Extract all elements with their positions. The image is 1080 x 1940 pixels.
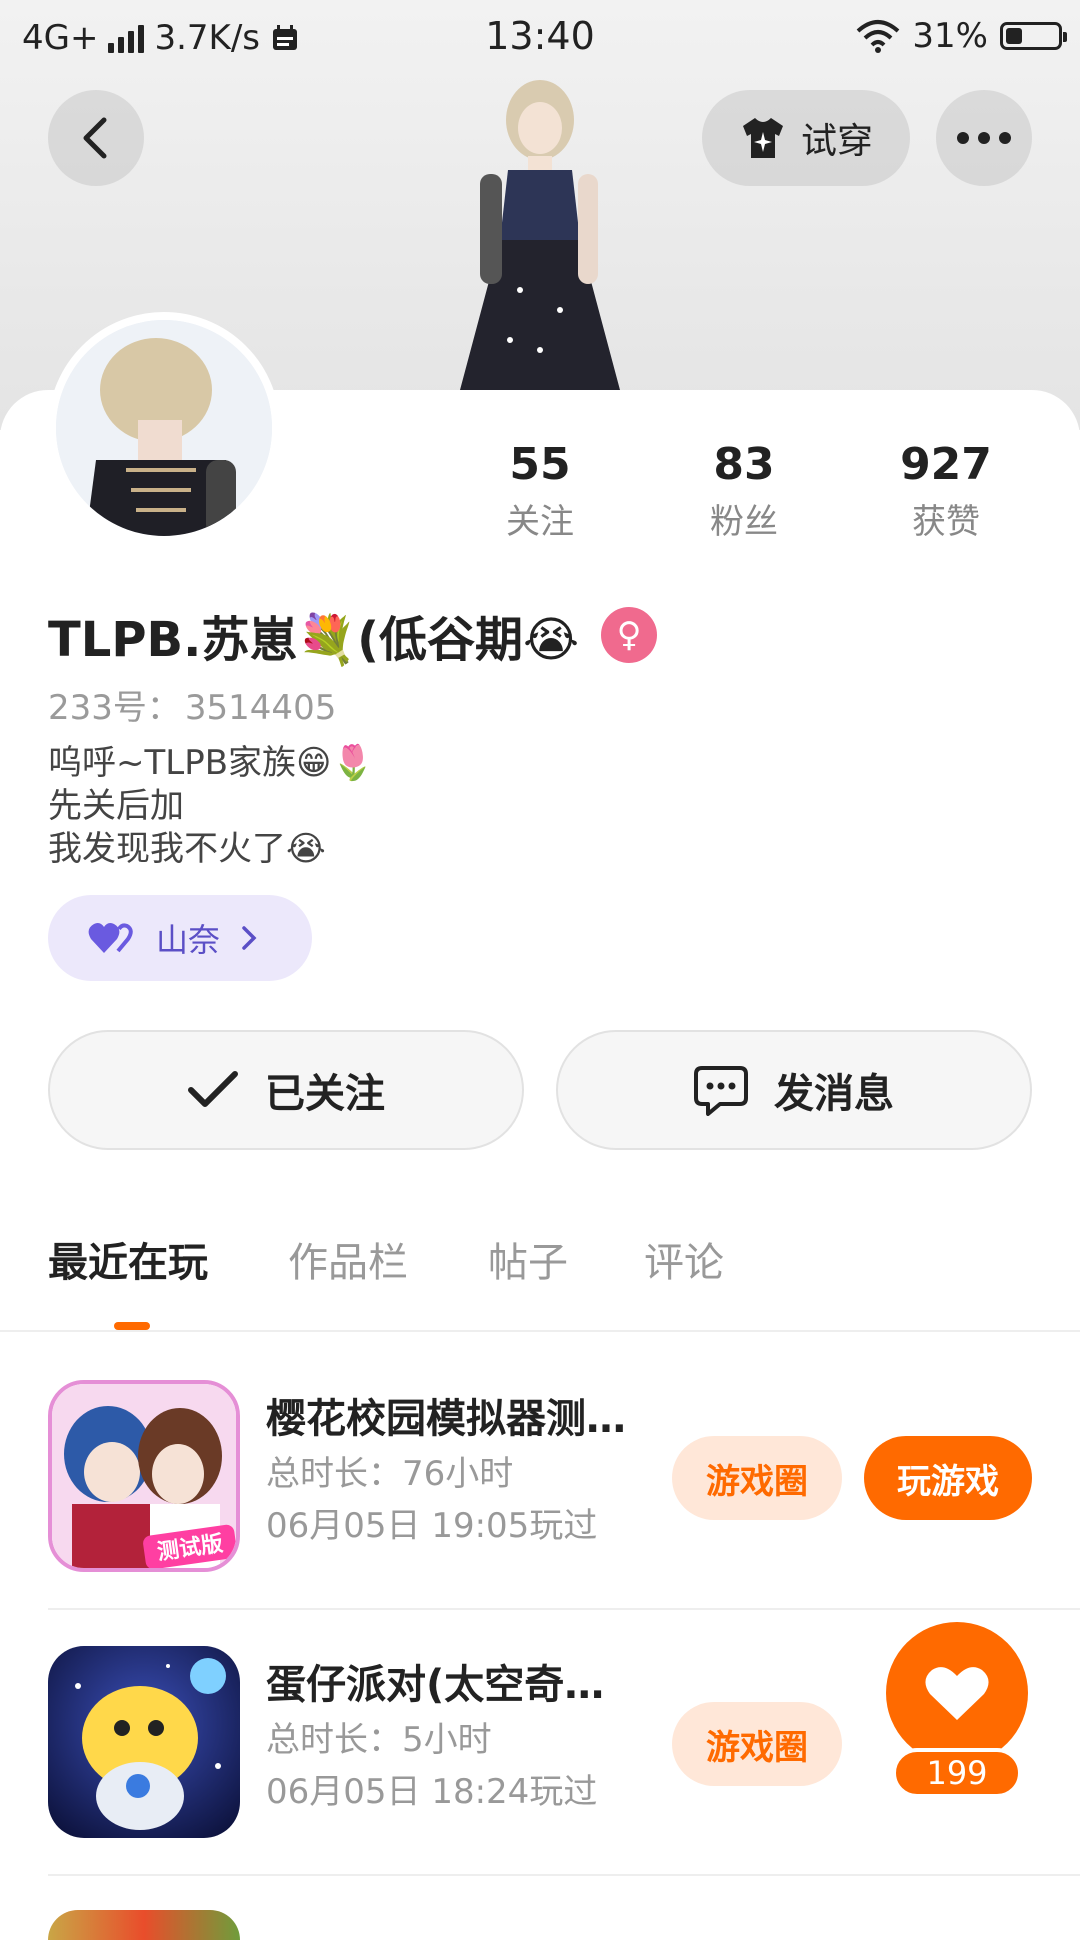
bio-line: 先关后加	[48, 786, 184, 826]
try-on-button[interactable]: 试穿	[702, 90, 910, 186]
tab-works[interactable]: 作品栏	[288, 1230, 408, 1288]
followed-button[interactable]: 已关注	[48, 1030, 524, 1150]
user-id: 233号： 3514405	[48, 680, 336, 729]
back-button[interactable]	[48, 90, 144, 186]
user-id-label: 233号：	[48, 688, 181, 728]
stat-label: 粉丝	[710, 502, 778, 542]
relation-tag-label: 山奈	[156, 921, 221, 959]
stat-value: 83	[713, 439, 775, 490]
chat-bubble-icon	[694, 1066, 748, 1116]
list-divider	[48, 1608, 1080, 1610]
heart-icon	[925, 1667, 989, 1720]
shirt-icon	[742, 118, 783, 158]
avatar[interactable]	[48, 312, 280, 544]
followed-label: 已关注	[265, 1071, 385, 1117]
chevron-right-icon	[242, 926, 257, 950]
battery-percent: 31%	[912, 16, 988, 56]
name-row: TLPB.苏崽💐(低谷期😭 ♀	[48, 600, 658, 670]
tab-comments[interactable]: 评论	[644, 1230, 724, 1288]
check-icon	[188, 1071, 238, 1107]
chevron-left-icon	[83, 117, 107, 159]
list-divider	[48, 1874, 1080, 1876]
user-id-value: 3514405	[184, 688, 337, 728]
game-last-played: 06月05日 18:24玩过	[266, 1772, 598, 1812]
game-icon-eggy-party	[48, 1646, 240, 1838]
double-heart-icon	[88, 923, 133, 953]
profile-stats: 55 关注 83 粉丝 927 获赞	[460, 440, 1080, 550]
relation-tag[interactable]: 山奈	[48, 895, 312, 981]
battery-icon	[1000, 22, 1067, 50]
female-icon: ♀	[601, 607, 658, 663]
tab-posts[interactable]: 帖子	[488, 1230, 568, 1288]
more-button[interactable]	[936, 90, 1032, 186]
game-title: 樱花校园模拟器测…	[266, 1396, 626, 1442]
stat-value: 55	[509, 439, 571, 490]
game-icon-partial	[48, 1910, 240, 1940]
game-title: 蛋仔派对(太空奇…	[266, 1662, 605, 1708]
like-button[interactable]	[886, 1622, 1028, 1764]
stat-label: 关注	[506, 502, 574, 542]
game-icon-sakura: 测试版	[48, 1380, 240, 1572]
game-item[interactable]: 测试版 樱花校园模拟器测… 总时长：76小时 06月05日 19:05玩过 游戏…	[48, 1380, 1080, 1580]
game-duration: 总时长：76小时	[266, 1454, 514, 1494]
avatar-image	[56, 320, 272, 536]
bio-line: 呜呼~TLPB家族😁🌷	[48, 743, 374, 783]
wifi-icon	[857, 20, 900, 53]
user-bio: 呜呼~TLPB家族😁🌷 先关后加 我发现我不火了😭	[48, 742, 374, 871]
user-name: TLPB.苏崽💐(低谷期😭	[48, 612, 580, 668]
play-game-button[interactable]: 玩游戏	[864, 1436, 1032, 1520]
game-icon-art	[48, 1646, 240, 1838]
send-message-button[interactable]: 发消息	[556, 1030, 1032, 1150]
stat-value: 927	[900, 439, 992, 490]
game-icon-art: 测试版	[52, 1384, 236, 1568]
game-last-played: 06月05日 19:05玩过	[266, 1506, 598, 1546]
stat-label: 获赞	[912, 502, 980, 542]
tab-recently-played[interactable]: 最近在玩	[48, 1230, 208, 1288]
active-tab-indicator	[114, 1322, 150, 1330]
game-circle-button[interactable]: 游戏圈	[672, 1436, 842, 1520]
game-circle-button[interactable]: 游戏圈	[672, 1702, 842, 1786]
stat-likes[interactable]: 927 获赞	[866, 440, 1026, 543]
character-figure	[460, 80, 620, 390]
bio-line: 我发现我不火了😭	[48, 829, 326, 869]
like-count-badge: 199	[892, 1748, 1022, 1798]
stat-following[interactable]: 55 关注	[460, 440, 620, 543]
status-bar: 4G+ 3.7K/s 13:40 31%	[0, 0, 1080, 76]
stat-followers[interactable]: 83 粉丝	[664, 440, 824, 543]
game-duration: 总时长：5小时	[266, 1720, 492, 1760]
more-dots-icon	[957, 132, 1011, 144]
profile-tabs: 最近在玩 作品栏 帖子 评论	[0, 1230, 1080, 1330]
try-on-label: 试穿	[800, 121, 873, 162]
tabs-divider	[0, 1330, 1080, 1332]
send-message-label: 发消息	[774, 1071, 894, 1117]
